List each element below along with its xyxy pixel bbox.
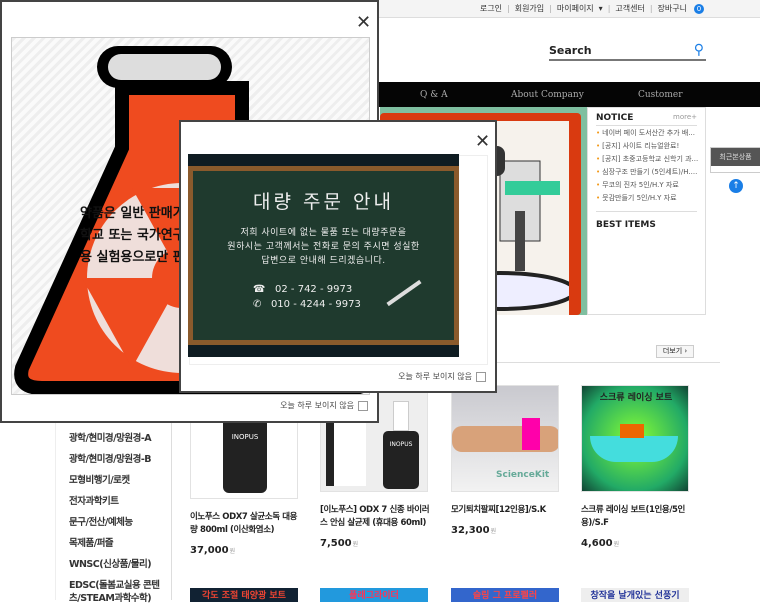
- product-name[interactable]: 이노푸스 ODX7 살균소독 대용량 800ml (이산화염소): [190, 511, 300, 537]
- product-name[interactable]: 스크류 레이싱 보트(1인용/5인용)/S.F: [581, 504, 691, 530]
- search-label: Search: [549, 44, 592, 57]
- category-item[interactable]: 광학/현미경/망원경-B: [69, 449, 171, 470]
- dont-show-today-checkbox[interactable]: 오늘 하루 보이지 않음: [398, 371, 486, 382]
- product-label: ScienceKit: [496, 470, 550, 480]
- nav-about[interactable]: About Company: [511, 90, 584, 100]
- product-name[interactable]: 모기퇴치팔찌[12인용]/S.K: [451, 504, 561, 517]
- caret-down-icon[interactable]: ▾: [599, 4, 603, 13]
- category-item[interactable]: 모형비행기/로켓: [69, 470, 171, 491]
- chalkboard-title: 대량 주문 안내: [253, 191, 394, 213]
- product-price: 32,300원: [451, 525, 497, 536]
- chalkboard-image: 대량 주문 안내 저희 사이트에 없는 물품 또는 대량주문을 원하시는 고객께서…: [188, 154, 459, 357]
- product-image[interactable]: 스크류 레이싱 보트: [581, 385, 689, 492]
- product-card[interactable]: ScienceKit 모기퇴치팔찌[12인용]/S.K 32,300원: [451, 385, 561, 536]
- product-card[interactable]: 스크류 레이싱 보트 스크류 레이싱 보트(1인용/5인용)/S.F 4,600…: [581, 385, 691, 549]
- top-links: 로그인 | 회원가입 | 마이페이지 ▾ | 고객센터 | 장바구니 0: [480, 3, 704, 14]
- search-input[interactable]: Search ⚲: [549, 42, 706, 61]
- notice-item[interactable]: 무코의 진자 5인/H.Y 자료: [596, 180, 699, 190]
- category-item[interactable]: EDSC(돌봄교실용 콘텐츠/STEAM과학수학): [69, 579, 171, 605]
- chalkboard-body: 저희 사이트에 없는 물품 또는 대량주문을 원하시는 고객께서는 전화로 문의 …: [227, 228, 420, 266]
- cart-count-badge: 0: [694, 3, 704, 14]
- notice-item[interactable]: [공지] 사이트 리뉴얼완료!: [596, 141, 699, 151]
- category-item[interactable]: 목제품/퍼즐: [69, 533, 171, 554]
- notice-item[interactable]: 네이버 페이 도서산간 추가 배...: [596, 128, 699, 138]
- scroll-top-icon[interactable]: ↑: [729, 179, 743, 193]
- nav-customer[interactable]: Customer: [638, 90, 683, 100]
- phone-icon: ☎: [253, 284, 266, 295]
- product-label: 스크류 레이싱 보트: [599, 393, 673, 403]
- close-icon[interactable]: ✕: [356, 14, 371, 32]
- notice-item[interactable]: [공지] 초중고등학교 신학기 과...: [596, 154, 699, 164]
- checkbox[interactable]: [476, 371, 486, 382]
- notice-item[interactable]: 심장구조 만들기 (5인세트)/H....: [596, 167, 699, 177]
- nav-qna[interactable]: Q & A: [420, 90, 448, 100]
- product-price: 37,000원: [190, 545, 236, 556]
- product-label: INOPUS: [383, 431, 419, 489]
- dont-show-today-checkbox[interactable]: 오늘 하루 보이지 않음: [280, 400, 368, 411]
- mypage-link[interactable]: 마이페이지: [557, 3, 594, 14]
- close-icon[interactable]: ✕: [475, 133, 490, 151]
- search-icon[interactable]: ⚲: [694, 42, 704, 58]
- notice-panel: NOTICE more+ 네이버 페이 도서산간 추가 배... [공지] 사이트…: [587, 107, 706, 315]
- notice-title: NOTICE: [596, 113, 634, 123]
- recent-products-button[interactable]: 최근본상품: [710, 147, 760, 173]
- popup-warning-text: 약품은 일반 판매가 학교 또는 국가연구 용 실험용으로만 판: [80, 206, 185, 265]
- category-item[interactable]: 문구/전산/예체능: [69, 512, 171, 533]
- product-price: 4,600원: [581, 538, 620, 549]
- product-image[interactable]: ScienceKit: [451, 385, 559, 492]
- more-button[interactable]: 더보기 ›: [656, 345, 694, 358]
- support-link[interactable]: 고객센터: [615, 3, 644, 14]
- category-item[interactable]: 광학/현미경/망원경-A: [69, 428, 171, 449]
- product-name[interactable]: [이노푸스] ODX 7 신종 바이러스 안심 살균제 (휴대용 60ml): [320, 504, 430, 530]
- login-link[interactable]: 로그인: [480, 3, 502, 14]
- checkbox[interactable]: [358, 400, 368, 411]
- mobile-phone-icon: ✆: [253, 299, 262, 310]
- notice-item[interactable]: 뭇감만들기 5인/H.Y 자료: [596, 193, 699, 203]
- join-link[interactable]: 회원가입: [515, 3, 544, 14]
- category-sidebar: 광학/현미경/망원경-A 광학/현미경/망원경-B 모형비행기/로켓 전자과학키…: [55, 420, 172, 604]
- product-price: 7,500원: [320, 538, 359, 549]
- best-items-title: BEST ITEMS: [596, 211, 697, 230]
- category-item[interactable]: 전자과학키트: [69, 491, 171, 512]
- cart-link[interactable]: 장바구니: [658, 3, 687, 14]
- notice-more-link[interactable]: more+: [673, 113, 697, 123]
- category-item[interactable]: WNSC(신상품/물리): [69, 554, 171, 575]
